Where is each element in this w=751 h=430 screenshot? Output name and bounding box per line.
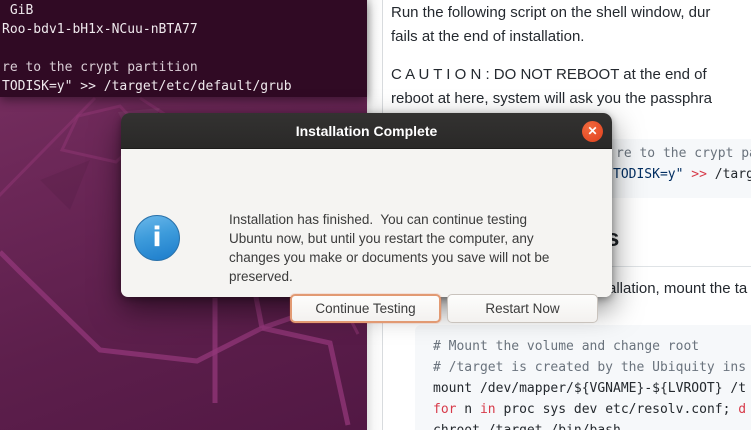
message-line: Installation has finished. You can conti… <box>229 210 549 229</box>
terminal-output: GiBRoo-bdv1-bH1x-NCuu-nBTA77 re to the c… <box>2 1 292 96</box>
paragraph-run-script-line1: Run the following script on the shell wi… <box>391 1 710 25</box>
dialog-titlebar[interactable]: Installation Complete ✕ <box>121 113 612 149</box>
code-chroot-command: chroot /target /bin/bash <box>433 420 751 430</box>
terminal-line: TODISK=y" >> /target/etc/default/grub <box>2 77 292 96</box>
paragraph-caution-line1: C A U T I O N : DO NOT REBOOT at the end… <box>391 63 707 87</box>
message-line: changes you make or documents you save w… <box>229 248 549 267</box>
dialog-title: Installation Complete <box>121 113 612 149</box>
message-line: preserved. <box>229 267 549 286</box>
dialog-body: i Installation has finished. You can con… <box>121 149 612 297</box>
code-keyword-for: for <box>433 402 456 417</box>
code-keyword-do: d <box>738 402 746 417</box>
code-comment: # Mount the volume and change root <box>433 336 751 357</box>
code-redirect-operator: >> <box>691 167 714 182</box>
code-mount-command: mount /dev/mapper/${VGNAME}-${LVROOT} /t <box>433 378 751 399</box>
paragraph-caution-line2: reboot at here, system will ask you the … <box>391 87 712 111</box>
desktop: GiBRoo-bdv1-bH1x-NCuu-nBTA77 re to the c… <box>0 0 751 430</box>
info-icon: i <box>134 215 180 261</box>
code-chroot-content: # Mount the volume and change root# /tar… <box>433 336 751 430</box>
terminal-line <box>2 39 292 58</box>
terminal-window[interactable]: GiBRoo-bdv1-bH1x-NCuu-nBTA77 re to the c… <box>0 0 367 97</box>
close-icon[interactable]: ✕ <box>582 121 603 142</box>
dialog-message: Installation has finished. You can conti… <box>229 210 549 286</box>
continue-testing-button[interactable]: Continue Testing <box>290 294 441 323</box>
code-grub-command-fragment: TODISK=y" >> /targ <box>613 164 751 185</box>
paragraph-run-script-line2: fails at the end of installation. <box>391 25 584 49</box>
code-text: proc sys dev etc/resolv.conf; <box>496 402 739 417</box>
installation-complete-dialog: Installation Complete ✕ i Installation h… <box>121 113 612 297</box>
code-grub-comment-fragment: re to the crypt pa <box>616 143 751 164</box>
restart-now-button[interactable]: Restart Now <box>447 294 598 323</box>
terminal-line: GiB <box>2 1 292 20</box>
terminal-line: Roo-bdv1-bH1x-NCuu-nBTA77 <box>2 20 292 39</box>
code-text: n <box>456 402 479 417</box>
code-for-loop: for n in proc sys dev etc/resolv.conf; d <box>433 399 751 420</box>
code-path: /targ <box>715 167 751 182</box>
terminal-line: re to the crypt partition <box>2 58 292 77</box>
code-comment: # /target is created by the Ubiquity ins <box>433 357 751 378</box>
message-line: Ubuntu now, but until you restart the co… <box>229 229 549 248</box>
code-string: TODISK=y" <box>613 167 691 182</box>
code-block-chroot: # Mount the volume and change root# /tar… <box>415 325 751 430</box>
paragraph-mount-fragment: allation, mount the ta <box>608 277 747 301</box>
code-keyword-in: in <box>480 402 496 417</box>
